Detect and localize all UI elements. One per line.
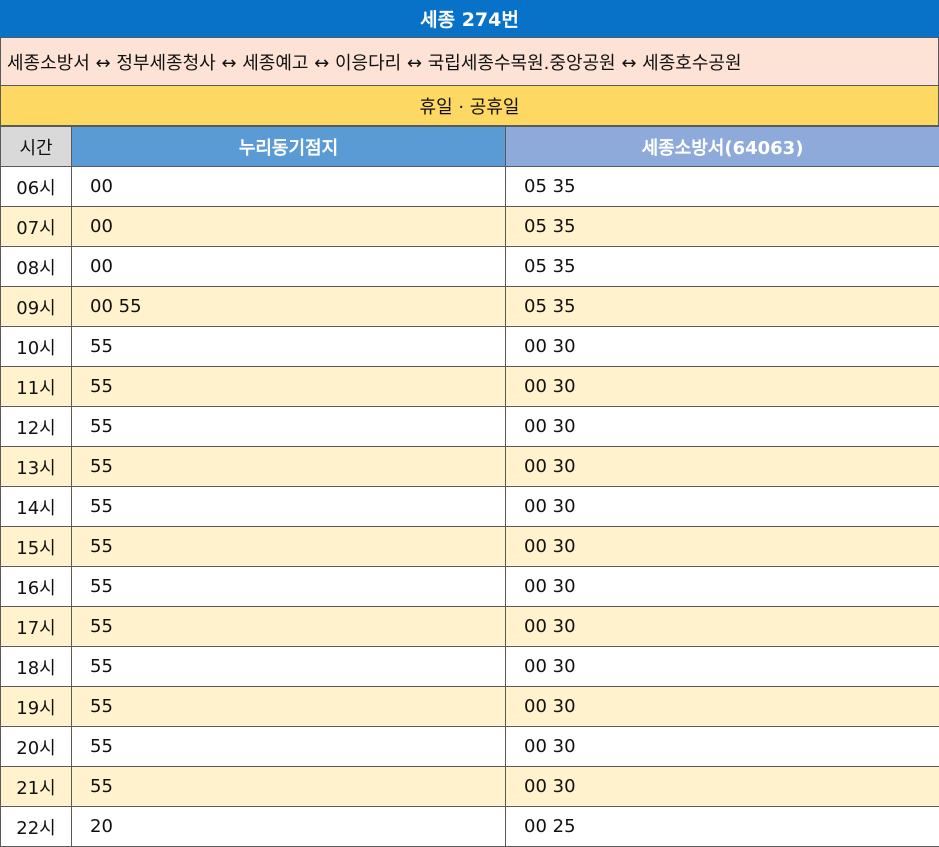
stop-a-times-cell: 55 (72, 447, 506, 487)
hour-cell: 17시 (1, 607, 72, 647)
stop-b-times-cell: 00 30 (506, 327, 939, 367)
day-type-label: 휴일 · 공휴일 (0, 86, 939, 126)
hour-cell: 14시 (1, 487, 72, 527)
stop-a-times-cell: 55 (72, 407, 506, 447)
hour-cell: 20시 (1, 727, 72, 767)
timetable-sheet: 세종 274번 세종소방서 ↔ 정부세종청사 ↔ 세종예고 ↔ 이응다리 ↔ 국… (0, 0, 939, 846)
stop-a-times-cell: 55 (72, 607, 506, 647)
stop-a-times-cell: 55 (72, 727, 506, 767)
header-stop-b: 세종소방서(64063) (506, 127, 939, 167)
header-time: 시간 (1, 127, 72, 167)
table-row: 18시5500 30 (1, 647, 939, 687)
stop-b-times-cell: 00 30 (506, 647, 939, 687)
stop-b-times-cell: 00 30 (506, 767, 939, 807)
table-row: 19시5500 30 (1, 687, 939, 727)
hour-cell: 07시 (1, 207, 72, 247)
stop-b-times-cell: 00 30 (506, 607, 939, 647)
stop-a-times-cell: 55 (72, 567, 506, 607)
stop-b-times-cell: 00 30 (506, 687, 939, 727)
stop-b-times-cell: 00 30 (506, 447, 939, 487)
stop-b-times-cell: 05 35 (506, 287, 939, 327)
timetable-body: 06시0005 3507시0005 3508시0005 3509시00 5505… (1, 167, 939, 847)
stop-a-times-cell: 55 (72, 687, 506, 727)
table-row: 21시5500 30 (1, 767, 939, 807)
hour-cell: 11시 (1, 367, 72, 407)
table-row: 13시5500 30 (1, 447, 939, 487)
stop-b-times-cell: 05 35 (506, 167, 939, 207)
table-row: 15시5500 30 (1, 527, 939, 567)
header-stop-a: 누리동기점지 (72, 127, 506, 167)
stop-a-times-cell: 00 (72, 207, 506, 247)
hour-cell: 22시 (1, 807, 72, 847)
stop-b-times-cell: 05 35 (506, 207, 939, 247)
table-header-row: 시간 누리동기점지 세종소방서(64063) (1, 127, 939, 167)
stop-a-times-cell: 55 (72, 767, 506, 807)
stop-b-times-cell: 05 35 (506, 247, 939, 287)
stop-b-times-cell: 00 30 (506, 527, 939, 567)
stop-b-times-cell: 00 30 (506, 727, 939, 767)
table-row: 17시5500 30 (1, 607, 939, 647)
stop-a-times-cell: 00 (72, 167, 506, 207)
table-row: 07시0005 35 (1, 207, 939, 247)
stop-b-times-cell: 00 30 (506, 367, 939, 407)
stop-b-times-cell: 00 30 (506, 487, 939, 527)
stop-a-times-cell: 55 (72, 367, 506, 407)
table-row: 09시00 5505 35 (1, 287, 939, 327)
stop-a-times-cell: 55 (72, 527, 506, 567)
stop-b-times-cell: 00 30 (506, 567, 939, 607)
timetable: 시간 누리동기점지 세종소방서(64063) 06시0005 3507시0005… (0, 126, 939, 847)
stop-a-times-cell: 00 55 (72, 287, 506, 327)
hour-cell: 06시 (1, 167, 72, 207)
table-row: 10시5500 30 (1, 327, 939, 367)
stop-a-times-cell: 20 (72, 807, 506, 847)
table-row: 14시5500 30 (1, 487, 939, 527)
table-row: 08시0005 35 (1, 247, 939, 287)
hour-cell: 19시 (1, 687, 72, 727)
hour-cell: 21시 (1, 767, 72, 807)
hour-cell: 16시 (1, 567, 72, 607)
hour-cell: 10시 (1, 327, 72, 367)
stop-b-times-cell: 00 30 (506, 407, 939, 447)
hour-cell: 08시 (1, 247, 72, 287)
table-row: 16시5500 30 (1, 567, 939, 607)
hour-cell: 15시 (1, 527, 72, 567)
table-row: 12시5500 30 (1, 407, 939, 447)
hour-cell: 09시 (1, 287, 72, 327)
hour-cell: 18시 (1, 647, 72, 687)
route-title: 세종 274번 (0, 0, 939, 38)
table-row: 11시5500 30 (1, 367, 939, 407)
route-stops: 세종소방서 ↔ 정부세종청사 ↔ 세종예고 ↔ 이응다리 ↔ 국립세종수목원.중… (0, 38, 939, 86)
stop-a-times-cell: 55 (72, 327, 506, 367)
table-row: 22시2000 25 (1, 807, 939, 847)
stop-b-times-cell: 00 25 (506, 807, 939, 847)
hour-cell: 13시 (1, 447, 72, 487)
stop-a-times-cell: 55 (72, 487, 506, 527)
table-row: 06시0005 35 (1, 167, 939, 207)
table-row: 20시5500 30 (1, 727, 939, 767)
stop-a-times-cell: 00 (72, 247, 506, 287)
stop-a-times-cell: 55 (72, 647, 506, 687)
hour-cell: 12시 (1, 407, 72, 447)
